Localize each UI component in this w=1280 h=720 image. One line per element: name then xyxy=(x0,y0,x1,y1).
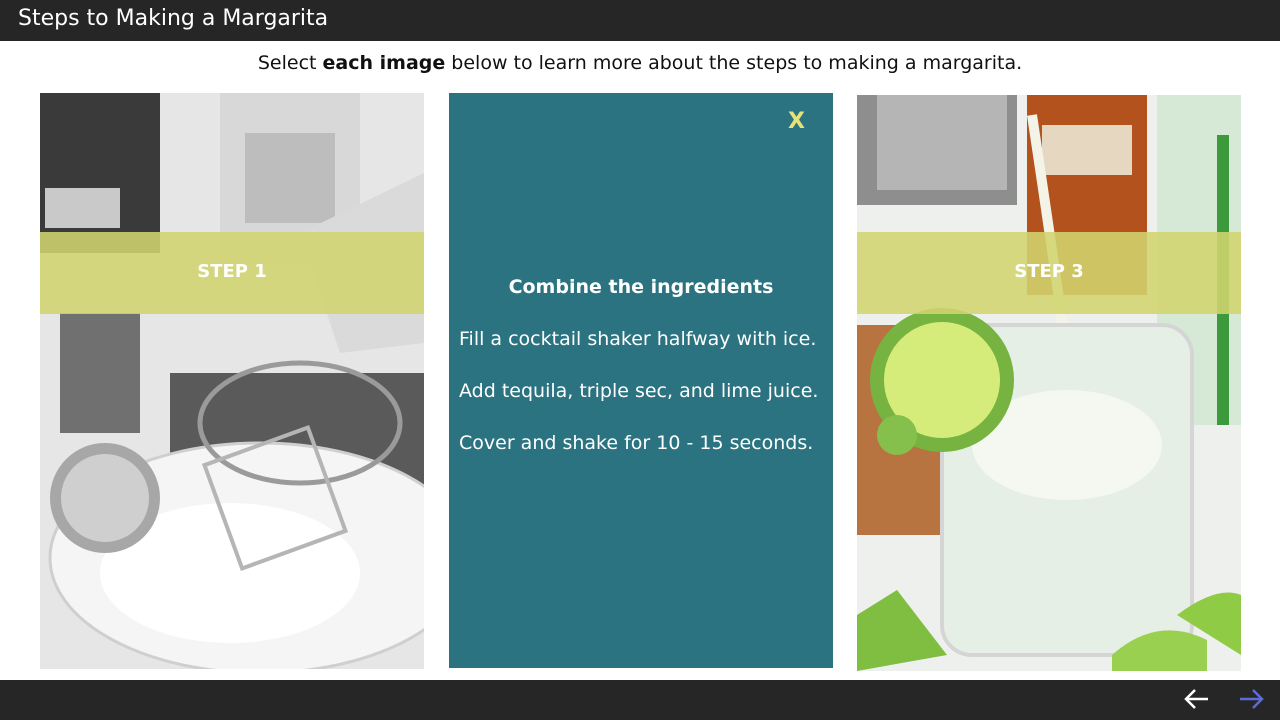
panel-line: Fill a cocktail shaker halfway with ice. xyxy=(459,328,817,350)
arrow-right-icon[interactable] xyxy=(1236,686,1266,712)
step-2-panel: X Combine the ingredients Fill a cocktai… xyxy=(449,93,833,668)
panel-heading: Combine the ingredients xyxy=(508,276,774,298)
close-button[interactable]: X xyxy=(788,109,805,134)
step-3-band: STEP 3 xyxy=(857,232,1241,314)
step-1-label: STEP 1 xyxy=(197,261,267,282)
step-3-photo xyxy=(857,95,1241,671)
footer-bar xyxy=(0,680,1280,720)
instructions-bold: each image xyxy=(322,52,446,74)
step-1-band: STEP 1 xyxy=(40,232,424,314)
step-1-photo xyxy=(40,93,424,669)
title-bar: Steps to Making a Margarita xyxy=(0,0,1280,41)
window-title: Steps to Making a Margarita xyxy=(18,6,329,31)
step-1-card[interactable]: STEP 1 xyxy=(40,93,424,669)
instructions-post: below to learn more about the steps to m… xyxy=(445,52,1023,74)
arrow-left-icon[interactable] xyxy=(1182,686,1212,712)
step-3-card[interactable]: STEP 3 xyxy=(857,95,1241,671)
panel-line: Add tequila, triple sec, and lime juice. xyxy=(459,380,819,402)
step-3-label: STEP 3 xyxy=(1014,261,1084,282)
instructions: Select each image below to learn more ab… xyxy=(0,52,1280,74)
instructions-pre: Select xyxy=(257,52,323,74)
panel-line: Cover and shake for 10 - 15 seconds. xyxy=(459,432,814,454)
